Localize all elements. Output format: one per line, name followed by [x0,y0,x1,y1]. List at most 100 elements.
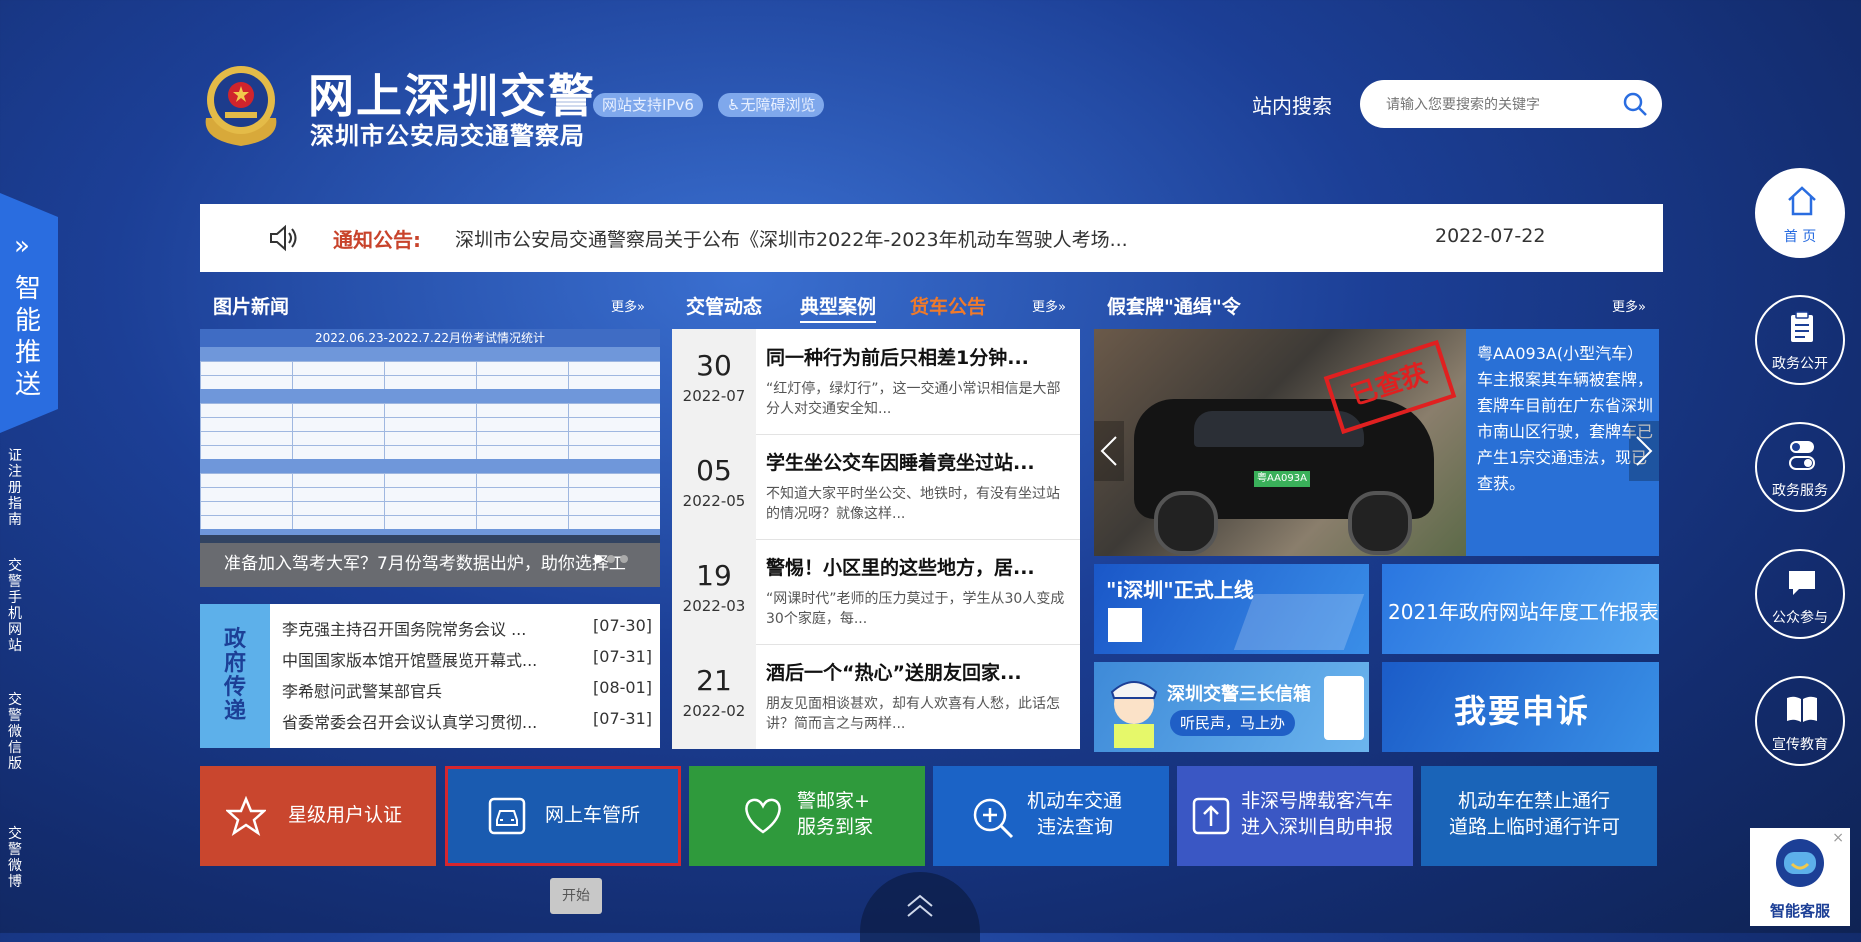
carousel-dot[interactable] [620,555,628,563]
vehicle-violation-query-button[interactable]: 机动车交通 违法查询 [933,766,1169,866]
toggle-icon [1789,441,1815,470]
police-post-home-button[interactable]: 警邮家+ 服务到家 [689,766,925,866]
gov-relay-label: 政府传递 [223,627,246,724]
list-item-title: 中国国家版本馆开馆暨展览开幕式... [282,651,538,670]
list-item-date: [07-31] [593,647,652,666]
nav-gov-services-button[interactable]: 政务服务 [1755,422,1845,512]
carousel-dots [589,548,628,567]
carousel-dot[interactable] [607,555,615,563]
list-item[interactable]: 李希慰问武警某部官兵 [08-01] [282,672,652,702]
list-item[interactable]: 李克强主持召开国务院常务会议 ... [07-30] [282,610,652,640]
fake-plate-photo[interactable]: 粤AA093A 已查获 [1094,329,1466,556]
chevron-right-icon [1636,436,1653,466]
list-item[interactable]: 19 2022-03 警惕！小区里的这些地方，居... “网课时代”老师的压力莫… [672,539,1080,645]
news-summary: 朋友见面相谈甚欢，却有人欢喜有人愁，此话怎讲？简而言之与两样... [766,696,1060,732]
star-icon [226,796,266,836]
service-label: 机动车在禁止通行 [1458,790,1611,812]
qr-code-icon [1108,608,1142,642]
news-title: 警惕！小区里的这些地方，居... [766,557,1035,579]
nav-label: 首 页 [1783,229,1817,245]
home-icon [1788,186,1816,216]
traffic-more-link[interactable]: 更多» [1032,296,1066,315]
temporary-pass-permit-button[interactable]: 机动车在禁止通行 道路上临时通行许可 [1421,766,1657,866]
upload-icon [1192,797,1230,835]
appeal-label: 我要申诉 [1454,692,1591,730]
service-label: 违法查询 [1037,816,1114,838]
book-icon [1787,696,1817,722]
mailbox-banner[interactable]: 深圳交警三长信箱 听民声，马上办 [1094,662,1369,752]
fake-plate-text: 粤AA093A(小型汽车）车主报案其车辆被套牌，套牌车目前在广东省深圳市南山区行… [1477,344,1654,493]
mailbox-tag: 听民声，马上办 [1170,710,1296,736]
appeal-banner[interactable]: 我要申诉 [1382,662,1659,752]
picture-news-title: 图片新闻 [213,296,290,318]
smart-push-label: 智能推送 [14,274,41,400]
nav-label: 政务公开 [1772,356,1828,372]
picture-news-more-link[interactable]: 更多» [611,296,645,315]
news-day: 19 [696,559,732,592]
news-title: 同一种行为前后只相差1分钟... [766,347,1029,369]
search-box [1360,80,1662,128]
notice-link[interactable]: 深圳市公安局交通警察局关于公布《深圳市2022年-2023年机动车驾驶人考场..… [455,225,1128,252]
car-plate: 粤AA093A [1254,471,1310,487]
police-cartoon-icon [1110,681,1158,748]
service-label: 网上车管所 [545,804,641,826]
smart-push-tab[interactable]: » 智能推送 [0,193,58,433]
annual-report-banner[interactable]: 2021年政府网站年度工作报表 [1382,564,1659,654]
nav-label: 公众参与 [1772,610,1828,626]
picture-news-caption-text: 准备加入驾考大军？7月份驾考数据出炉，助你选择工 [224,554,626,574]
side-link-weibo[interactable]: 交警微博 [4,826,26,890]
news-day: 05 [696,454,732,487]
search-icon[interactable] [1622,91,1648,117]
carousel-dot[interactable] [594,555,602,563]
picture-news-carousel[interactable]: 2022.06.23-2022.7.22月份考试情况统计 准备加入驾考大军？7月… [200,329,660,587]
ishenzhen-banner[interactable]: "i深圳"正式上线 [1094,564,1369,654]
carousel-prev-button[interactable] [1094,421,1124,481]
nav-public-participation-button[interactable]: 公众参与 [1755,549,1845,639]
side-link-mobile-site[interactable]: 交警手机网站 [4,558,26,654]
list-item[interactable]: 省委常委会召开会议认真学习贯彻... [07-31] [282,703,652,733]
news-month: 2022-02 [682,702,746,720]
side-link-wechat[interactable]: 交警微信版 [4,692,26,772]
notice-bar: 通知公告: 深圳市公安局交通警察局关于公布《深圳市2022年-2023年机动车驾… [200,204,1663,272]
list-item[interactable]: 21 2022-02 酒后一个“热心”送朋友回家... 朋友见面相谈甚欢，却有人… [672,644,1080,749]
notice-date: 2022-07-22 [1435,225,1546,247]
tab-traffic-dynamics[interactable]: 交管动态 [686,292,762,319]
close-icon[interactable]: × [1832,830,1844,846]
nav-home-button[interactable]: 首 页 [1755,168,1845,258]
fake-plate-more-link[interactable]: 更多» [1612,296,1646,315]
list-item-date: [07-31] [593,709,652,728]
carousel-next-button[interactable] [1629,421,1659,481]
nav-gov-affairs-open-button[interactable]: 政务公开 [1755,295,1845,385]
chevron-up-icon [907,894,933,917]
list-item[interactable]: 中国国家版本馆开馆暨展览开幕式... [07-31] [282,641,652,671]
list-item-title: 李希慰问武警某部官兵 [282,682,443,701]
service-label: 服务到家 [797,816,874,838]
list-item[interactable]: 05 2022-05 学生坐公交车因睡着竟坐过站... 不知道大家平时坐公交、地… [672,434,1080,540]
robot-icon [1776,839,1824,887]
speaker-icon [270,224,297,252]
gov-relay-panel: 政府传递 李克强主持召开国务院常务会议 ... [07-30] 中国国家版本馆开… [200,604,660,748]
ai-customer-service-button[interactable]: × 智能客服 [1750,828,1850,926]
nav-publicity-education-button[interactable]: 宣传教育 [1755,676,1845,766]
exam-stats-table-image [200,347,660,543]
online-dmv-button[interactable]: 网上车管所 [445,766,681,866]
search-input[interactable] [1384,92,1618,118]
news-summary: 不知道大家平时坐公交、地铁时，有没有坐过站的情况呀？就像这样... [766,486,1060,522]
start-tooltip: 开始 [550,878,602,914]
document-icon [1791,311,1813,342]
non-shenzhen-plate-apply-button[interactable]: 非深号牌载客汽车 进入深圳自助申报 [1177,766,1413,866]
star-user-auth-button[interactable]: 星级用户认证 [200,766,436,866]
news-month: 2022-07 [682,387,746,405]
tab-truck-notice[interactable]: 货车公告 [910,292,986,319]
news-summary: “网课时代”老师的压力莫过于，学生从30人变成30个家庭，每... [766,591,1065,627]
site-subtitle: 深圳市公安局交通警察局 [310,122,585,150]
scroll-top-button[interactable] [860,872,980,942]
tab-typical-cases[interactable]: 典型案例 [800,292,877,323]
accessibility-button[interactable]: ♿无障碍浏览 [718,93,825,117]
double-chevron-icon: » [14,231,30,261]
ai-customer-service-label: 智能客服 [1769,902,1830,920]
service-label: 道路上临时通行许可 [1449,816,1621,838]
list-item[interactable]: 30 2022-07 同一种行为前后只相差1分钟... “红灯停，绿灯行”，这一… [672,329,1080,435]
news-title: 学生坐公交车因睡着竟坐过站... [766,452,1035,474]
side-link-register-guide[interactable]: 证注册指南 [4,448,26,528]
